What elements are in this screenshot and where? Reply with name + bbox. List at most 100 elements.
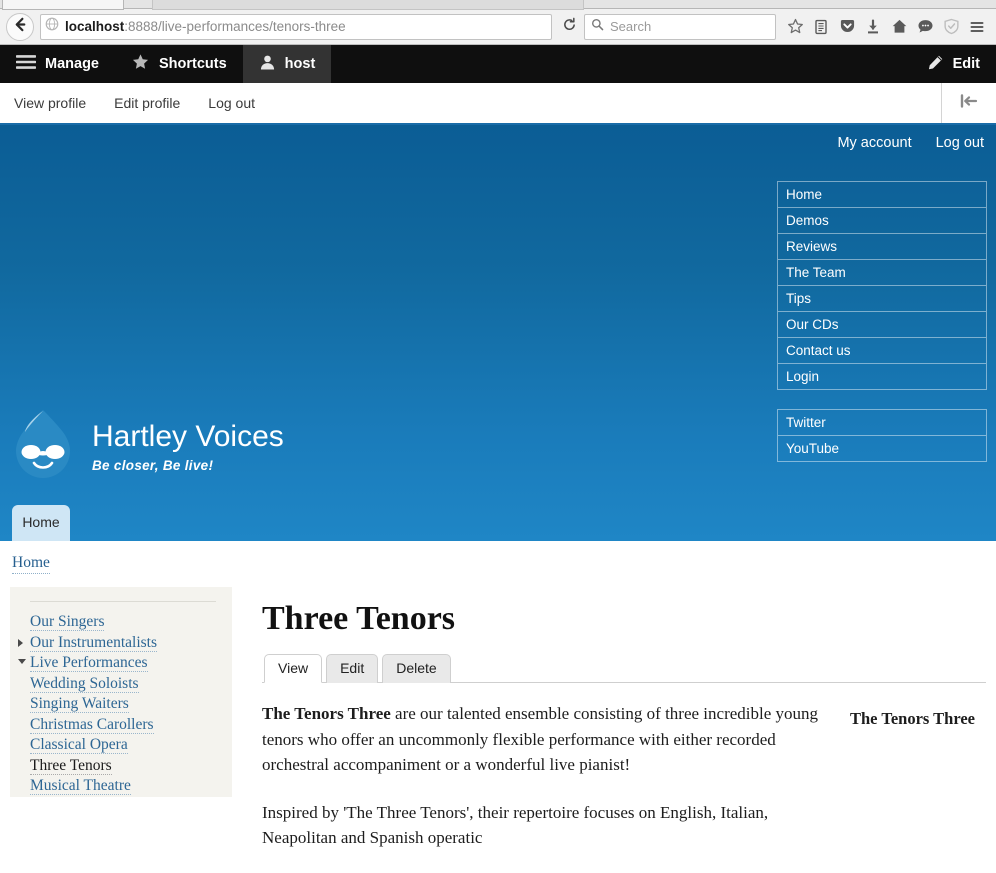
admin-tab-label: Manage bbox=[45, 56, 99, 72]
admin-toolbar: Manage Shortcuts host Edit bbox=[0, 45, 996, 83]
toolbar-collapse-button[interactable] bbox=[941, 83, 996, 123]
page-content: Our Singers Our Instrumentalists Live Pe… bbox=[0, 587, 996, 873]
submenu-view-profile[interactable]: View profile bbox=[0, 95, 100, 111]
back-arrow-icon bbox=[13, 17, 28, 37]
my-account-link[interactable]: My account bbox=[837, 135, 911, 151]
chevron-right-icon[interactable] bbox=[18, 638, 23, 647]
url-text: localhost:8888/live-performances/tenors-… bbox=[65, 19, 346, 34]
hero-home-tab[interactable]: Home bbox=[12, 505, 70, 541]
menu-item-our-cds[interactable]: Our CDs bbox=[778, 312, 986, 338]
edit-mode-label: Edit bbox=[952, 56, 980, 72]
page-title: Three Tenors bbox=[262, 600, 456, 637]
list-item: Three Tenors bbox=[30, 756, 232, 777]
chat-button[interactable] bbox=[912, 14, 938, 40]
admin-tab-host[interactable]: host bbox=[242, 45, 332, 83]
hamburger-icon bbox=[15, 54, 37, 74]
browser-tab-active[interactable] bbox=[152, 0, 584, 10]
list-item: Live Performances bbox=[18, 653, 232, 674]
menu-item-login[interactable]: Login bbox=[778, 364, 986, 390]
brand-text: Hartley Voices Be closer, Be live! bbox=[92, 420, 284, 473]
menu-item-contact-us[interactable]: Contact us bbox=[778, 338, 986, 364]
search-icon bbox=[591, 18, 604, 36]
list-item: Musical Theatre bbox=[30, 776, 232, 797]
list-item: Our Singers bbox=[30, 612, 232, 633]
pocket-button[interactable] bbox=[834, 14, 860, 40]
url-host: localhost bbox=[65, 19, 125, 34]
menu-item-the-team[interactable]: The Team bbox=[778, 260, 986, 286]
sidebar-item-musical-theatre[interactable]: Musical Theatre bbox=[30, 777, 131, 795]
site-branding[interactable]: Hartley Voices Be closer, Be live! bbox=[12, 408, 284, 485]
breadcrumb-home[interactable]: Home bbox=[12, 554, 50, 574]
reload-icon bbox=[562, 17, 577, 37]
library-button[interactable] bbox=[808, 14, 834, 40]
browser-tab-strip bbox=[0, 0, 996, 10]
list-item: Classical Opera bbox=[30, 735, 232, 756]
menu-item-youtube[interactable]: YouTube bbox=[778, 436, 986, 462]
menu-item-demos[interactable]: Demos bbox=[778, 208, 986, 234]
sidebar-item-singing-waiters[interactable]: Singing Waiters bbox=[30, 695, 129, 713]
browser-toolbar: localhost:8888/live-performances/tenors-… bbox=[0, 9, 996, 45]
sidebar-item-our-singers[interactable]: Our Singers bbox=[30, 613, 105, 631]
sidebar-item-three-tenors[interactable]: Three Tenors bbox=[30, 756, 112, 775]
admin-toolbar-spacer bbox=[331, 45, 910, 83]
paragraph-intro: The Tenors Three are our talented ensemb… bbox=[262, 701, 826, 778]
menu-button[interactable] bbox=[964, 14, 990, 40]
social-menu-block: Twitter YouTube bbox=[777, 409, 987, 462]
user-icon bbox=[259, 54, 276, 75]
search-input[interactable]: Search bbox=[584, 13, 776, 40]
browser-tab-inactive[interactable] bbox=[2, 0, 124, 10]
list-item: Wedding Soloists bbox=[30, 674, 232, 695]
submenu-edit-profile[interactable]: Edit profile bbox=[100, 95, 194, 111]
pencil-icon bbox=[927, 54, 944, 75]
reload-button[interactable] bbox=[556, 15, 582, 39]
log-out-link[interactable]: Log out bbox=[936, 135, 984, 151]
back-button[interactable] bbox=[6, 12, 34, 41]
chevron-down-icon[interactable] bbox=[18, 659, 26, 664]
primary-menu-block: Home Demos Reviews The Team Tips Our CDs… bbox=[777, 181, 987, 390]
admin-tab-manage[interactable]: Manage bbox=[0, 45, 115, 83]
sidebar-item-our-instrumentalists[interactable]: Our Instrumentalists bbox=[30, 633, 157, 652]
tab-view[interactable]: View bbox=[264, 654, 323, 683]
list-item: Christmas Carollers bbox=[30, 715, 232, 736]
node-action-tabs: View Edit Delete bbox=[262, 653, 986, 683]
paragraph-repertoire: Inspired by 'The Three Tenors', their re… bbox=[262, 802, 769, 848]
node-body: The Tenors Three are our talented ensemb… bbox=[262, 701, 986, 873]
admin-tab-shortcuts[interactable]: Shortcuts bbox=[115, 45, 243, 83]
tab-delete[interactable]: Delete bbox=[382, 654, 451, 683]
admin-submenu: View profile Edit profile Log out bbox=[0, 83, 996, 125]
address-bar[interactable]: localhost:8888/live-performances/tenors-… bbox=[40, 13, 552, 40]
globe-icon bbox=[45, 17, 59, 36]
breadcrumb: Home bbox=[0, 541, 996, 587]
sidebar-item-classical-opera[interactable]: Classical Opera bbox=[30, 736, 128, 754]
star-icon bbox=[131, 53, 150, 75]
sidebar-item-christmas-carollers[interactable]: Christmas Carollers bbox=[30, 715, 154, 734]
aside-caption: The Tenors Three bbox=[850, 709, 975, 728]
menu-item-tips[interactable]: Tips bbox=[778, 286, 986, 312]
bookmark-star-button[interactable] bbox=[782, 14, 808, 40]
search-placeholder: Search bbox=[610, 19, 652, 34]
site-slogan: Be closer, Be live! bbox=[92, 458, 214, 473]
submenu-log-out[interactable]: Log out bbox=[194, 95, 269, 111]
menu-item-twitter[interactable]: Twitter bbox=[778, 410, 986, 436]
admin-tab-label: host bbox=[284, 56, 316, 72]
menu-item-home[interactable]: Home bbox=[778, 182, 986, 208]
hero-user-links: My account Log out bbox=[837, 135, 984, 151]
tab-edit[interactable]: Edit bbox=[326, 654, 379, 683]
sidebar-item-live-performances[interactable]: Live Performances bbox=[30, 654, 148, 672]
admin-tab-label: Shortcuts bbox=[159, 56, 227, 72]
main-column: Three Tenors View Edit Delete The Tenors… bbox=[232, 587, 986, 873]
drupal-droplet-logo-icon bbox=[12, 408, 74, 485]
collapse-left-icon bbox=[959, 93, 979, 113]
node-body-text: The Tenors Three are our talented ensemb… bbox=[262, 701, 826, 873]
sidebar-list: Our Singers Our Instrumentalists Live Pe… bbox=[10, 612, 232, 797]
menu-item-reviews[interactable]: Reviews bbox=[778, 234, 986, 260]
sidebar-item-wedding-soloists[interactable]: Wedding Soloists bbox=[30, 674, 139, 693]
list-item: Our Instrumentalists bbox=[18, 633, 232, 654]
downloads-button[interactable] bbox=[860, 14, 886, 40]
node-aside: The Tenors Three bbox=[850, 701, 986, 873]
edit-mode-button[interactable]: Edit bbox=[911, 45, 996, 83]
home-button[interactable] bbox=[886, 14, 912, 40]
sidebar-divider bbox=[30, 601, 216, 602]
shield-button[interactable] bbox=[938, 14, 964, 40]
paragraph-intro-lead: The Tenors Three bbox=[262, 704, 391, 723]
